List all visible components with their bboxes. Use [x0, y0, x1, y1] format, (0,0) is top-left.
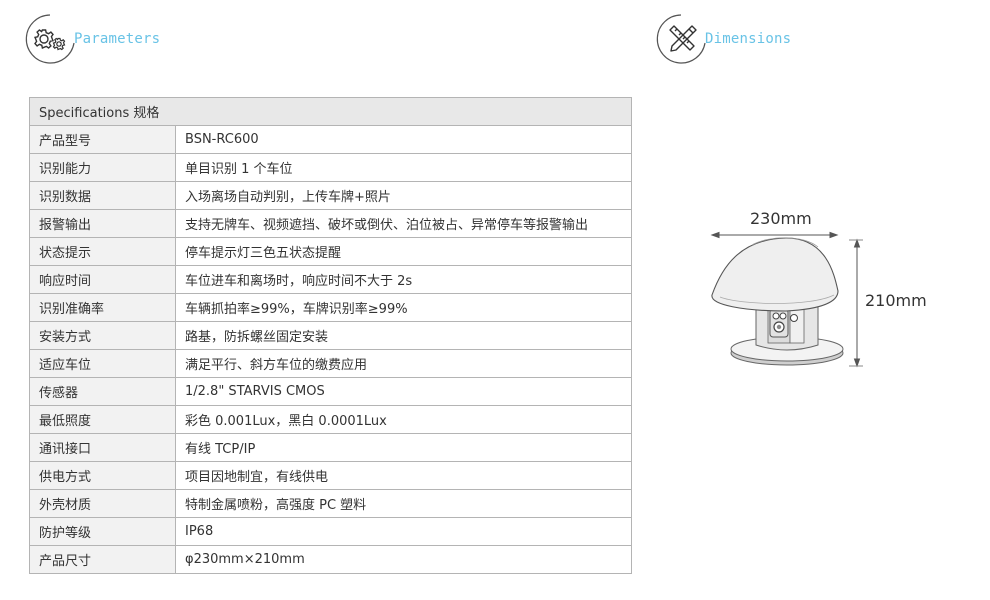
table-row: 产品尺寸 φ230mm×210mm — [29, 545, 632, 574]
table-row: 外壳材质 特制金属喷粉，高强度 PC 塑料 — [29, 489, 632, 518]
table-row: 通讯接口 有线 TCP/IP — [29, 433, 632, 462]
table-header-row: Specifications 规格 — [29, 97, 632, 126]
table-row: 识别数据 入场离场自动判别，上传车牌+照片 — [29, 181, 632, 210]
spec-value-cell: 车辆抓拍率≥99%，车牌识别率≥99% — [175, 293, 632, 322]
parameters-header: Parameters — [24, 12, 160, 66]
spec-value-cell: 路基，防拆螺丝固定安装 — [175, 321, 632, 350]
specifications-table: Specifications 规格 产品型号 BSN-RC600 识别能力 单目识别 … — [29, 97, 632, 574]
spec-key-cell: 识别准确率 — [29, 293, 176, 322]
spec-key-cell: 产品尺寸 — [29, 545, 176, 574]
spec-value-cell: 彩色 0.001Lux，黑白 0.0001Lux — [175, 405, 632, 434]
spec-key-cell: 报警输出 — [29, 209, 176, 238]
ruler-pencil-icon — [655, 13, 707, 65]
width-dimension-label: 230mm — [750, 209, 812, 228]
table-row: 最低照度 彩色 0.001Lux，黑白 0.0001Lux — [29, 405, 632, 434]
spec-key-cell: 适应车位 — [29, 349, 176, 378]
spec-key-cell: 产品型号 — [29, 125, 176, 154]
spec-value-cell: 单目识别 1 个车位 — [175, 153, 632, 182]
product-dimension-drawing — [710, 231, 863, 368]
spec-key-cell: 状态提示 — [29, 237, 176, 266]
parameters-title: Parameters — [74, 31, 161, 47]
spec-key-cell: 识别能力 — [29, 153, 176, 182]
spec-value-cell: 有线 TCP/IP — [175, 433, 632, 462]
spec-value-cell: 满足平行、斜方车位的缴费应用 — [175, 349, 632, 378]
height-dimension-label: 210mm — [865, 291, 927, 310]
product-cap — [711, 237, 839, 312]
dimensions-header: Dimensions — [655, 12, 791, 66]
spec-value-cell: BSN-RC600 — [175, 125, 632, 154]
product-base — [730, 304, 844, 366]
table-row: 供电方式 项目因地制宜，有线供电 — [29, 461, 632, 490]
spec-key-cell: 防护等级 — [29, 517, 176, 546]
table-row: 产品型号 BSN-RC600 — [29, 125, 632, 154]
spec-key-cell: 最低照度 — [29, 405, 176, 434]
dimensions-title: Dimensions — [705, 31, 792, 47]
spec-key-cell: 响应时间 — [29, 265, 176, 294]
table-body: 产品型号 BSN-RC600 识别能力 单目识别 1 个车位 识别数据 入场离场自动判别，… — [29, 125, 632, 574]
spec-value-cell: φ230mm×210mm — [175, 545, 632, 574]
spec-value-cell: 停车提示灯三色五状态提醒 — [175, 237, 632, 266]
table-row: 适应车位 满足平行、斜方车位的缴费应用 — [29, 349, 632, 378]
height-dimension-line — [849, 238, 863, 368]
table-row: 识别能力 单目识别 1 个车位 — [29, 153, 632, 182]
table-row: 安装方式 路基，防拆螺丝固定安装 — [29, 321, 632, 350]
spec-value-cell: 1/2.8" STARVIS CMOS — [175, 377, 632, 406]
table-row: 报警输出 支持无牌车、视频遮挡、破坏或倒伏、泊位被占、异常停车等报警输出 — [29, 209, 632, 238]
spec-value-cell: IP68 — [175, 517, 632, 546]
width-dimension-line — [710, 231, 839, 239]
spec-key-cell: 安装方式 — [29, 321, 176, 350]
spec-key-cell: 通讯接口 — [29, 433, 176, 462]
table-header: Specifications 规格 — [29, 97, 632, 126]
spec-value-cell: 支持无牌车、视频遮挡、破坏或倒伏、泊位被占、异常停车等报警输出 — [175, 209, 632, 238]
spec-key-cell: 传感器 — [29, 377, 176, 406]
spec-value-cell: 特制金属喷粉，高强度 PC 塑料 — [175, 489, 632, 518]
spec-value-cell: 项目因地制宜，有线供电 — [175, 461, 632, 490]
gears-icon — [24, 13, 76, 65]
table-row: 响应时间 车位进车和离场时，响应时间不大于 2s — [29, 265, 632, 294]
spec-value-cell: 车位进车和离场时，响应时间不大于 2s — [175, 265, 632, 294]
table-row: 防护等级 IP68 — [29, 517, 632, 546]
spec-key-cell: 外壳材质 — [29, 489, 176, 518]
spec-value-cell: 入场离场自动判别，上传车牌+照片 — [175, 181, 632, 210]
spec-key-cell: 识别数据 — [29, 181, 176, 210]
table-row: 识别准确率 车辆抓拍率≥99%，车牌识别率≥99% — [29, 293, 632, 322]
spec-key-cell: 供电方式 — [29, 461, 176, 490]
table-row: 传感器 1/2.8" STARVIS CMOS — [29, 377, 632, 406]
table-row: 状态提示 停车提示灯三色五状态提醒 — [29, 237, 632, 266]
